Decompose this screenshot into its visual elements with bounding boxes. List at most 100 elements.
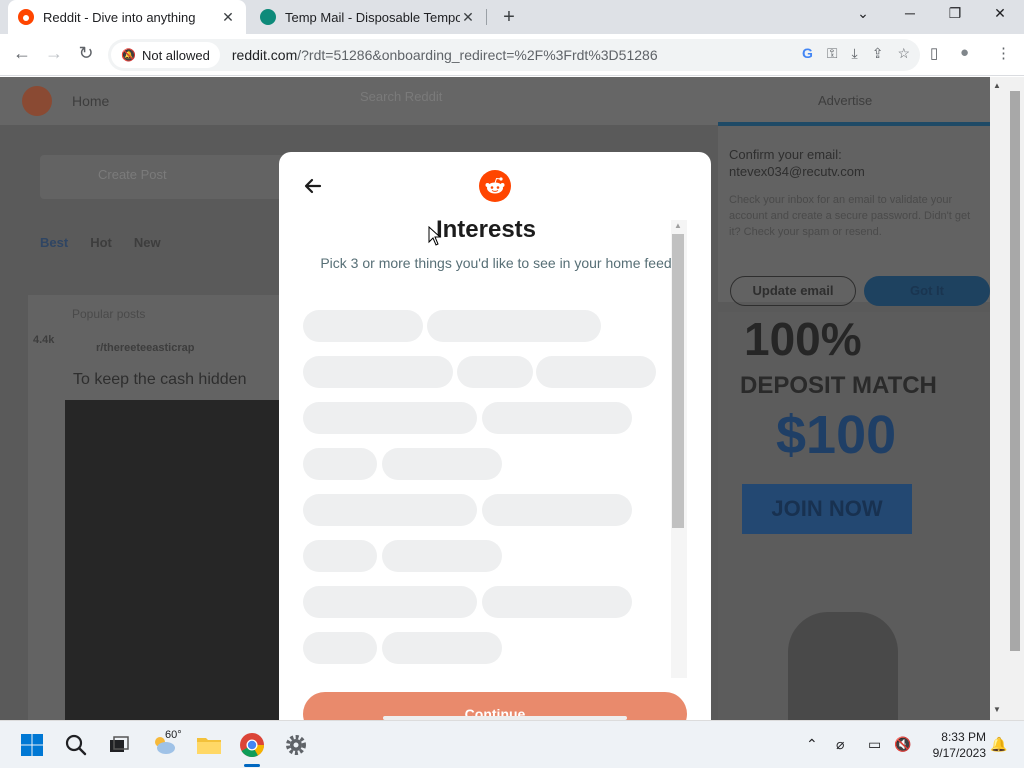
task-view-icon[interactable] [105,731,133,759]
sort-new: New [133,235,161,250]
vote-count: 4.4k [33,334,55,346]
interest-chip-placeholder [482,402,632,434]
bookmark-star-icon[interactable]: ☆ [897,45,910,62]
interest-chip-placeholder [303,586,477,618]
modal-subtitle: Pick 3 or more things you'd like to see … [320,255,672,271]
popup-heading: Confirm your email: ntevex034@recutv.com [729,147,865,179]
tab-strip: Reddit - Dive into anything ✕ Temp Mail … [0,0,1024,34]
tab-separator [486,9,487,25]
sort-best: Best [40,235,69,250]
chrome-icon[interactable] [238,731,266,759]
ad-figure [788,612,898,720]
interest-chip-placeholder [536,356,656,388]
tab-temp-mail[interactable]: Temp Mail - Disposable Temporary ✕ [250,0,486,34]
confirm-email-popup: Confirm your email: ntevex034@recutv.com … [718,122,990,306]
close-window-button[interactable]: ✕ [985,5,1015,22]
promoted-label: Popular posts [72,307,146,321]
back-arrow-icon[interactable]: ← [10,43,34,64]
close-tab-icon[interactable]: ✕ [460,9,476,26]
network-off-icon[interactable]: ⌀ [836,736,844,753]
system-clock[interactable]: 8:33 PM 9/17/2023 [918,729,986,761]
popup-body: Check your inbox for an email to validat… [729,194,971,238]
display-icon[interactable]: ▭ [868,736,881,753]
temp-mail-favicon-icon [260,9,276,25]
interest-chip-placeholder [382,540,502,572]
page-scrollbar-thumb[interactable] [1010,91,1020,651]
interest-chip-placeholder [482,586,632,618]
home-dropdown: Home [72,93,110,109]
interest-chip-placeholder [303,310,423,342]
interest-chip-placeholder [382,448,502,480]
ad-big-text: 100% [744,313,862,365]
weather-temperature: 60° [165,729,182,741]
close-tab-icon[interactable]: ✕ [220,9,236,26]
back-button[interactable] [299,172,327,200]
share-icon[interactable]: ⇪ [872,45,884,62]
scroll-up-arrow-icon[interactable]: ▲ [674,221,682,230]
modal-scrollbar[interactable]: ▲ [671,220,687,678]
bell-off-icon: 🔕 [121,48,136,62]
modal-scrollbar-thumb[interactable] [672,234,684,528]
interest-chip-placeholder [303,540,377,572]
file-explorer-icon[interactable] [195,731,223,759]
text-cursor-icon [428,226,442,246]
reddit-header: Home Search Reddit Advertise [0,77,990,125]
key-icon[interactable]: ⚿ [827,45,838,62]
profile-avatar-icon[interactable]: ● [960,44,969,61]
reddit-logo-icon [22,86,52,116]
tray-chevron-up-icon[interactable]: ⌃ [806,736,818,753]
settings-gear-icon[interactable] [282,731,310,759]
interest-chip-placeholder [482,494,632,526]
ad-join-button: JOIN NOW [742,484,912,534]
active-app-indicator [244,764,260,767]
ad-amount: $100 [776,405,897,465]
windows-start-icon[interactable] [18,731,46,759]
back-arrow-icon [304,178,322,194]
interest-chip-placeholder [457,356,533,388]
url-text: reddit.com/?rdt=51286&onboarding_redirec… [231,47,658,63]
tab-reddit[interactable]: Reddit - Dive into anything ✕ [8,0,246,34]
subreddit-name: r/thereeteeasticrap [96,342,195,354]
interest-chip-placeholder [427,310,601,342]
update-email-button: Update email [730,276,856,306]
interest-chips-loading [303,308,663,678]
restore-button[interactable]: ❐ [940,5,970,22]
got-it-button: Got It [864,276,990,306]
sidebar-advertisement: 100% DEPOSIT MATCH $100 JOIN NOW [718,312,990,720]
search-icon[interactable] [62,731,90,759]
ad-deposit-text: DEPOSIT MATCH [740,372,937,399]
browser-toolbar: ← → ↻ 🔕 Not allowed reddit.com/?rdt=5128… [0,34,1024,76]
post-title: To keep the cash hidden [73,371,247,388]
address-bar[interactable]: 🔕 Not allowed reddit.com/?rdt=51286&onbo… [108,39,920,71]
minimize-button[interactable]: ─ [895,5,925,21]
new-tab-button[interactable]: + [498,6,520,29]
interest-chip-placeholder [303,632,377,664]
interest-chip-placeholder [303,494,477,526]
interests-modal: Interests Pick 3 or more things you'd li… [279,152,711,720]
tab-title: Temp Mail - Disposable Temporary [285,9,460,25]
sort-tabs: Best Hot New [40,235,161,250]
permission-label: Not allowed [141,47,210,63]
install-icon[interactable]: ⤓ [852,45,858,62]
reddit-favicon-icon [18,9,34,25]
modal-title: Interests [435,216,537,243]
reddit-logo-icon [479,170,511,202]
windows-taskbar: 60° ⌃ ⌀ ▭ 🔇 8:33 PM 9/17/2023 🔔 [0,720,1024,768]
scroll-up-arrow-icon[interactable]: ▲ [993,81,1001,90]
create-post-placeholder: Create Post [98,167,167,182]
interest-chip-placeholder [303,448,377,480]
volume-muted-icon[interactable]: 🔇 [894,736,911,753]
notification-bell-icon[interactable]: 🔔 [990,736,1007,753]
side-panel-icon[interactable]: ▯ [930,44,938,62]
scroll-down-arrow-icon[interactable]: ▼ [993,705,1001,714]
browser-menu-icon[interactable]: ⋮ [996,44,1011,62]
page-scrollbar[interactable]: ▲ ▼ [990,77,1024,720]
tab-search-icon[interactable]: ⌄ [848,5,878,22]
advertise-link: Advertise [818,93,873,108]
google-icon[interactable]: G [802,45,813,62]
sort-hot: Hot [90,235,112,250]
reload-icon[interactable]: ↻ [74,43,98,64]
site-permission-chip[interactable]: 🔕 Not allowed [111,42,220,68]
forward-arrow-icon[interactable]: → [42,43,66,64]
interest-chip-placeholder [303,402,477,434]
